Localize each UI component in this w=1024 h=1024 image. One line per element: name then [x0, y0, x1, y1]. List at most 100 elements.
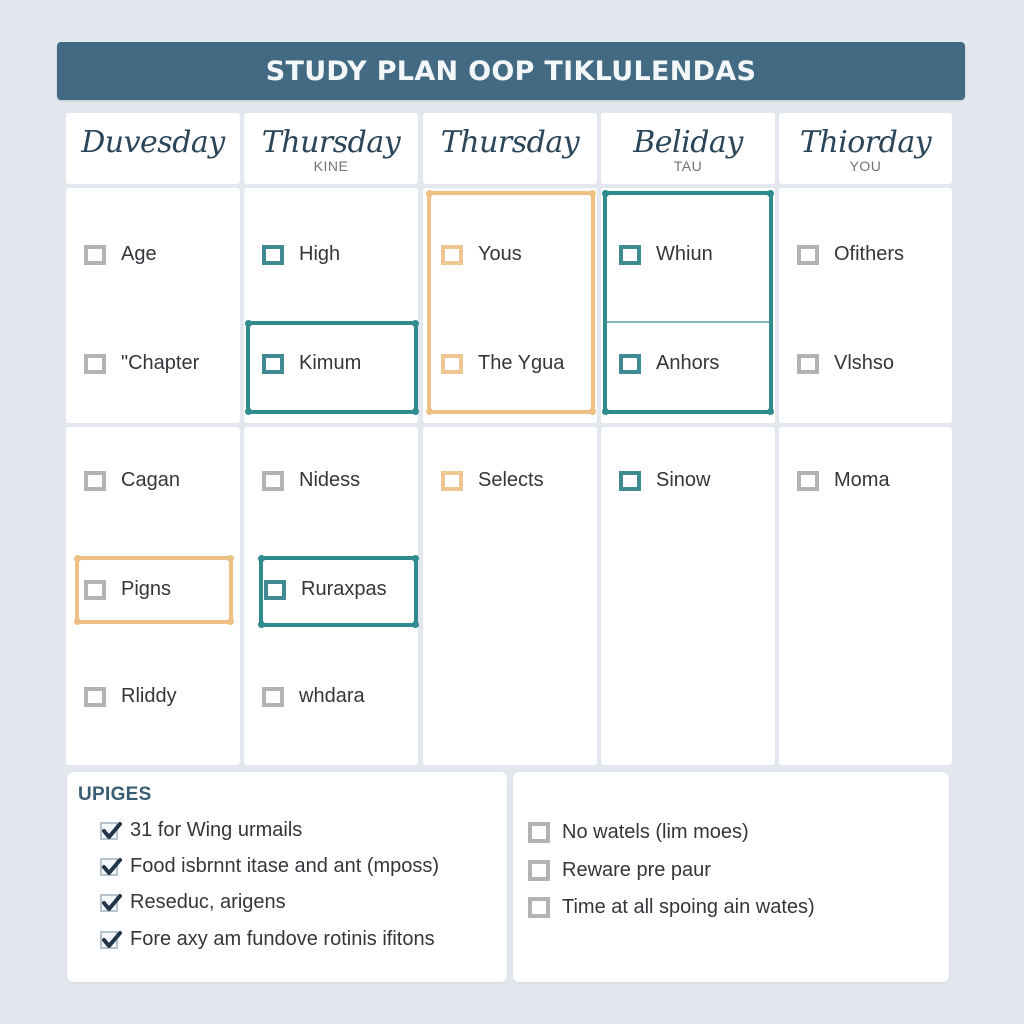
task-label: Cagan: [121, 469, 180, 491]
checkbox-unchecked-icon[interactable]: [797, 353, 819, 374]
task-item[interactable]: The Ygua: [441, 352, 564, 375]
divider: [607, 321, 769, 323]
checkbox-unchecked-icon[interactable]: [262, 470, 284, 491]
day-block-bottom: Cagan Pigns Rliddy: [66, 427, 240, 765]
panel-title: UPIGES: [78, 784, 152, 805]
day-name: Beliday: [633, 125, 743, 160]
task-label: Whiun: [656, 243, 713, 265]
task-item[interactable]: Nidess: [262, 469, 360, 492]
checkbox-unchecked-icon[interactable]: [441, 244, 463, 265]
task-label: Nidess: [299, 469, 361, 491]
task-item[interactable]: whdara: [262, 685, 365, 708]
day-header[interactable]: Thursday KINE: [244, 113, 418, 184]
checkbox-unchecked-icon[interactable]: [797, 470, 819, 491]
checkbox-unchecked-icon[interactable]: [441, 353, 463, 374]
task-item[interactable]: Vlshso: [797, 352, 894, 375]
checkbox-unchecked-icon[interactable]: [84, 470, 106, 491]
checkbox-unchecked-icon[interactable]: [262, 244, 284, 265]
checkbox-unchecked-icon[interactable]: [262, 686, 284, 707]
task-item[interactable]: Age: [84, 243, 157, 266]
checkbox-unchecked-icon[interactable]: [441, 470, 463, 491]
checklist-item[interactable]: No watels (lim moes): [528, 821, 749, 844]
task-item[interactable]: Sinow: [619, 469, 710, 492]
day-subtitle: KINE: [313, 158, 349, 174]
task-item[interactable]: Rliddy: [84, 685, 177, 708]
checkbox-checked-icon[interactable]: [100, 857, 122, 876]
day-block-top: Age "Chapter: [66, 188, 240, 423]
day-name: Thursday: [261, 125, 401, 160]
checklist-label: 31 for Wing urmails: [130, 819, 303, 841]
day-block-top: High Kimum: [244, 188, 419, 423]
checkbox-unchecked-icon[interactable]: [528, 822, 550, 843]
task-label: High: [299, 243, 341, 265]
task-label: Ofithers: [834, 243, 905, 265]
task-item-highlighted[interactable]: Ruraxpas: [264, 578, 387, 601]
day-block-bottom: Nidess Ruraxpas whdara: [244, 427, 419, 765]
day-header[interactable]: Beliday TAU: [601, 113, 775, 184]
checklist-item[interactable]: Fore axy am fundove rotinis ifitons: [100, 928, 435, 951]
task-item[interactable]: Cagan: [84, 469, 180, 492]
checklist-label: Time at all spoing ain wates): [562, 896, 815, 918]
day-header[interactable]: Thiorday YOU: [779, 113, 952, 184]
checklist-item[interactable]: Food isbrnnt itase and ant (mposs): [100, 855, 439, 878]
day-header[interactable]: Duvesday: [66, 113, 240, 184]
day-name: Thursday: [440, 125, 580, 160]
task-item[interactable]: "Chapter: [84, 352, 199, 375]
checklist-label: Reseduc, arigens: [130, 891, 286, 913]
task-item[interactable]: Moma: [797, 469, 890, 492]
day-name: Thiorday: [799, 125, 932, 160]
task-item-highlighted[interactable]: Kimum: [262, 352, 361, 375]
checkbox-unchecked-icon[interactable]: [84, 686, 106, 707]
task-item[interactable]: Anhors: [619, 352, 719, 375]
task-label: Anhors: [656, 352, 720, 374]
task-label: Yous: [478, 243, 522, 265]
task-item[interactable]: Selects: [441, 469, 544, 492]
checkbox-unchecked-icon[interactable]: [797, 244, 819, 265]
pending-panel: No watels (lim moes) Reware pre paur Tim…: [513, 772, 949, 982]
highlight-frame-orange: [426, 190, 596, 415]
day-block-bottom: Selects: [423, 427, 597, 765]
task-label: Moma: [834, 469, 890, 491]
task-item[interactable]: High: [262, 243, 340, 266]
title-bar: STUDY PLAN OOP TIKLULENDAS: [57, 42, 965, 100]
checklist-label: Reware pre paur: [562, 859, 711, 881]
day-block-top: Ofithers Vlshso: [779, 188, 952, 423]
checkbox-unchecked-icon[interactable]: [84, 579, 106, 600]
task-item[interactable]: Yous: [441, 243, 522, 266]
task-label: Age: [121, 243, 157, 265]
checkbox-checked-icon[interactable]: [100, 893, 122, 912]
day-block-top: Whiun Anhors: [601, 188, 775, 423]
task-label: The Ygua: [478, 352, 565, 374]
checkbox-unchecked-icon[interactable]: [84, 353, 106, 374]
checkbox-unchecked-icon[interactable]: [619, 353, 641, 374]
checklist-item[interactable]: 31 for Wing urmails: [100, 819, 302, 842]
task-item[interactable]: Whiun: [619, 243, 713, 266]
checkbox-unchecked-icon[interactable]: [264, 579, 286, 600]
day-name: Duvesday: [81, 125, 225, 160]
checkbox-unchecked-icon[interactable]: [528, 897, 550, 918]
task-label: Kimum: [299, 352, 362, 374]
checkbox-checked-icon[interactable]: [100, 930, 122, 949]
checklist-item[interactable]: Reseduc, arigens: [100, 891, 286, 914]
checklist-label: Fore axy am fundove rotinis ifitons: [130, 928, 435, 950]
day-block-top: Yous The Ygua: [423, 188, 597, 423]
task-item-highlighted[interactable]: Pigns: [84, 578, 171, 601]
checkbox-unchecked-icon[interactable]: [619, 244, 641, 265]
highlight-frame-teal: [602, 190, 774, 415]
checkbox-unchecked-icon[interactable]: [84, 244, 106, 265]
checkbox-unchecked-icon[interactable]: [262, 353, 284, 374]
day-block-bottom: Moma: [779, 427, 952, 765]
checkbox-unchecked-icon[interactable]: [619, 470, 641, 491]
task-item[interactable]: Ofithers: [797, 243, 904, 266]
day-header[interactable]: Thursday: [423, 113, 597, 184]
checklist-item[interactable]: Reware pre paur: [528, 859, 711, 882]
checkbox-checked-icon[interactable]: [100, 821, 122, 840]
day-subtitle: TAU: [673, 158, 703, 174]
checkbox-unchecked-icon[interactable]: [528, 860, 550, 881]
updates-panel: UPIGES 31 for Wing urmails Food isbrnnt …: [67, 772, 507, 982]
task-label: whdara: [299, 685, 365, 707]
task-label: Selects: [478, 469, 544, 491]
weekly-calendar-grid: Duvesday Age "Chapter Cagan Pigns Rliddy…: [66, 113, 952, 766]
checklist-item[interactable]: Time at all spoing ain wates): [528, 896, 815, 919]
task-label: "Chapter: [121, 352, 200, 374]
